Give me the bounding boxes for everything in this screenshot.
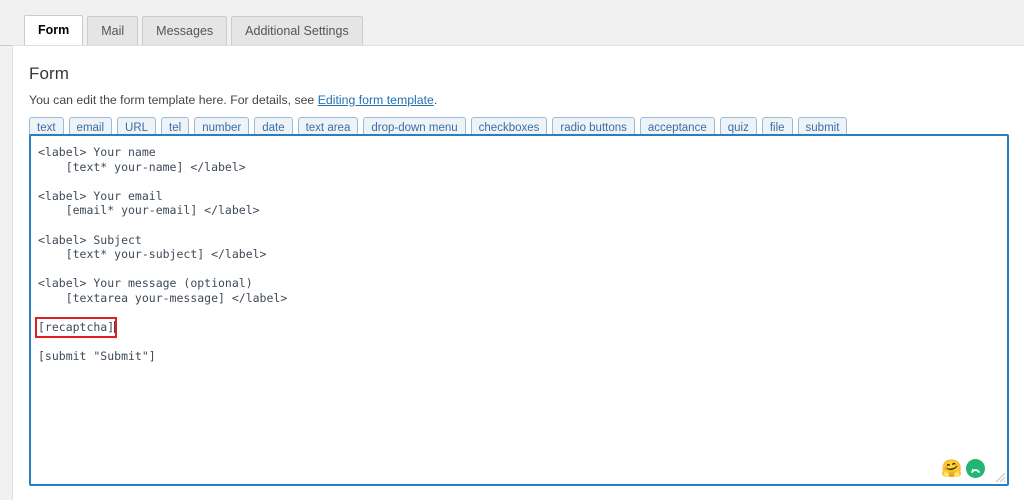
recaptcha-tag-highlight[interactable]: [recaptcha] — [34, 317, 118, 338]
tab-mail[interactable]: Mail — [87, 15, 139, 46]
code-block-top: <label> Your name [text* your-name] </la… — [38, 145, 288, 305]
tab-additional-settings[interactable]: Additional Settings — [231, 15, 363, 46]
editor-corner-icons: 🤗 — [941, 459, 985, 478]
form-template-textarea[interactable]: <label> Your name [text* your-name] </la… — [29, 134, 1009, 486]
tab-messages[interactable]: Messages — [142, 15, 228, 46]
page-description-suffix: . — [433, 93, 438, 107]
form-template-editor-wrapper: <label> Your name [text* your-name] </la… — [29, 134, 1009, 486]
form-panel: Form You can edit the form template here… — [12, 45, 1024, 500]
tab-form[interactable]: Form — [24, 14, 84, 46]
screen-root: Form Mail Messages Additional Settings F… — [0, 0, 1024, 500]
form-template-code[interactable]: <label> Your name [text* your-name] </la… — [31, 136, 1007, 364]
tab-bar: Form Mail Messages Additional Settings — [0, 0, 1024, 46]
page-description: You can edit the form template here. For… — [13, 84, 1024, 107]
resize-handle-icon[interactable] — [993, 470, 1006, 483]
code-block-bottom: [submit "Submit"] — [38, 349, 156, 364]
undo-arrow-icon[interactable] — [966, 459, 985, 478]
face-emoji-icon[interactable]: 🤗 — [941, 459, 962, 478]
page-description-text: You can edit the form template here. For… — [29, 93, 318, 107]
page-title: Form — [29, 64, 70, 83]
undo-arrow-glyph — [971, 468, 980, 473]
editing-form-template-link[interactable]: Editing form template — [318, 93, 434, 107]
